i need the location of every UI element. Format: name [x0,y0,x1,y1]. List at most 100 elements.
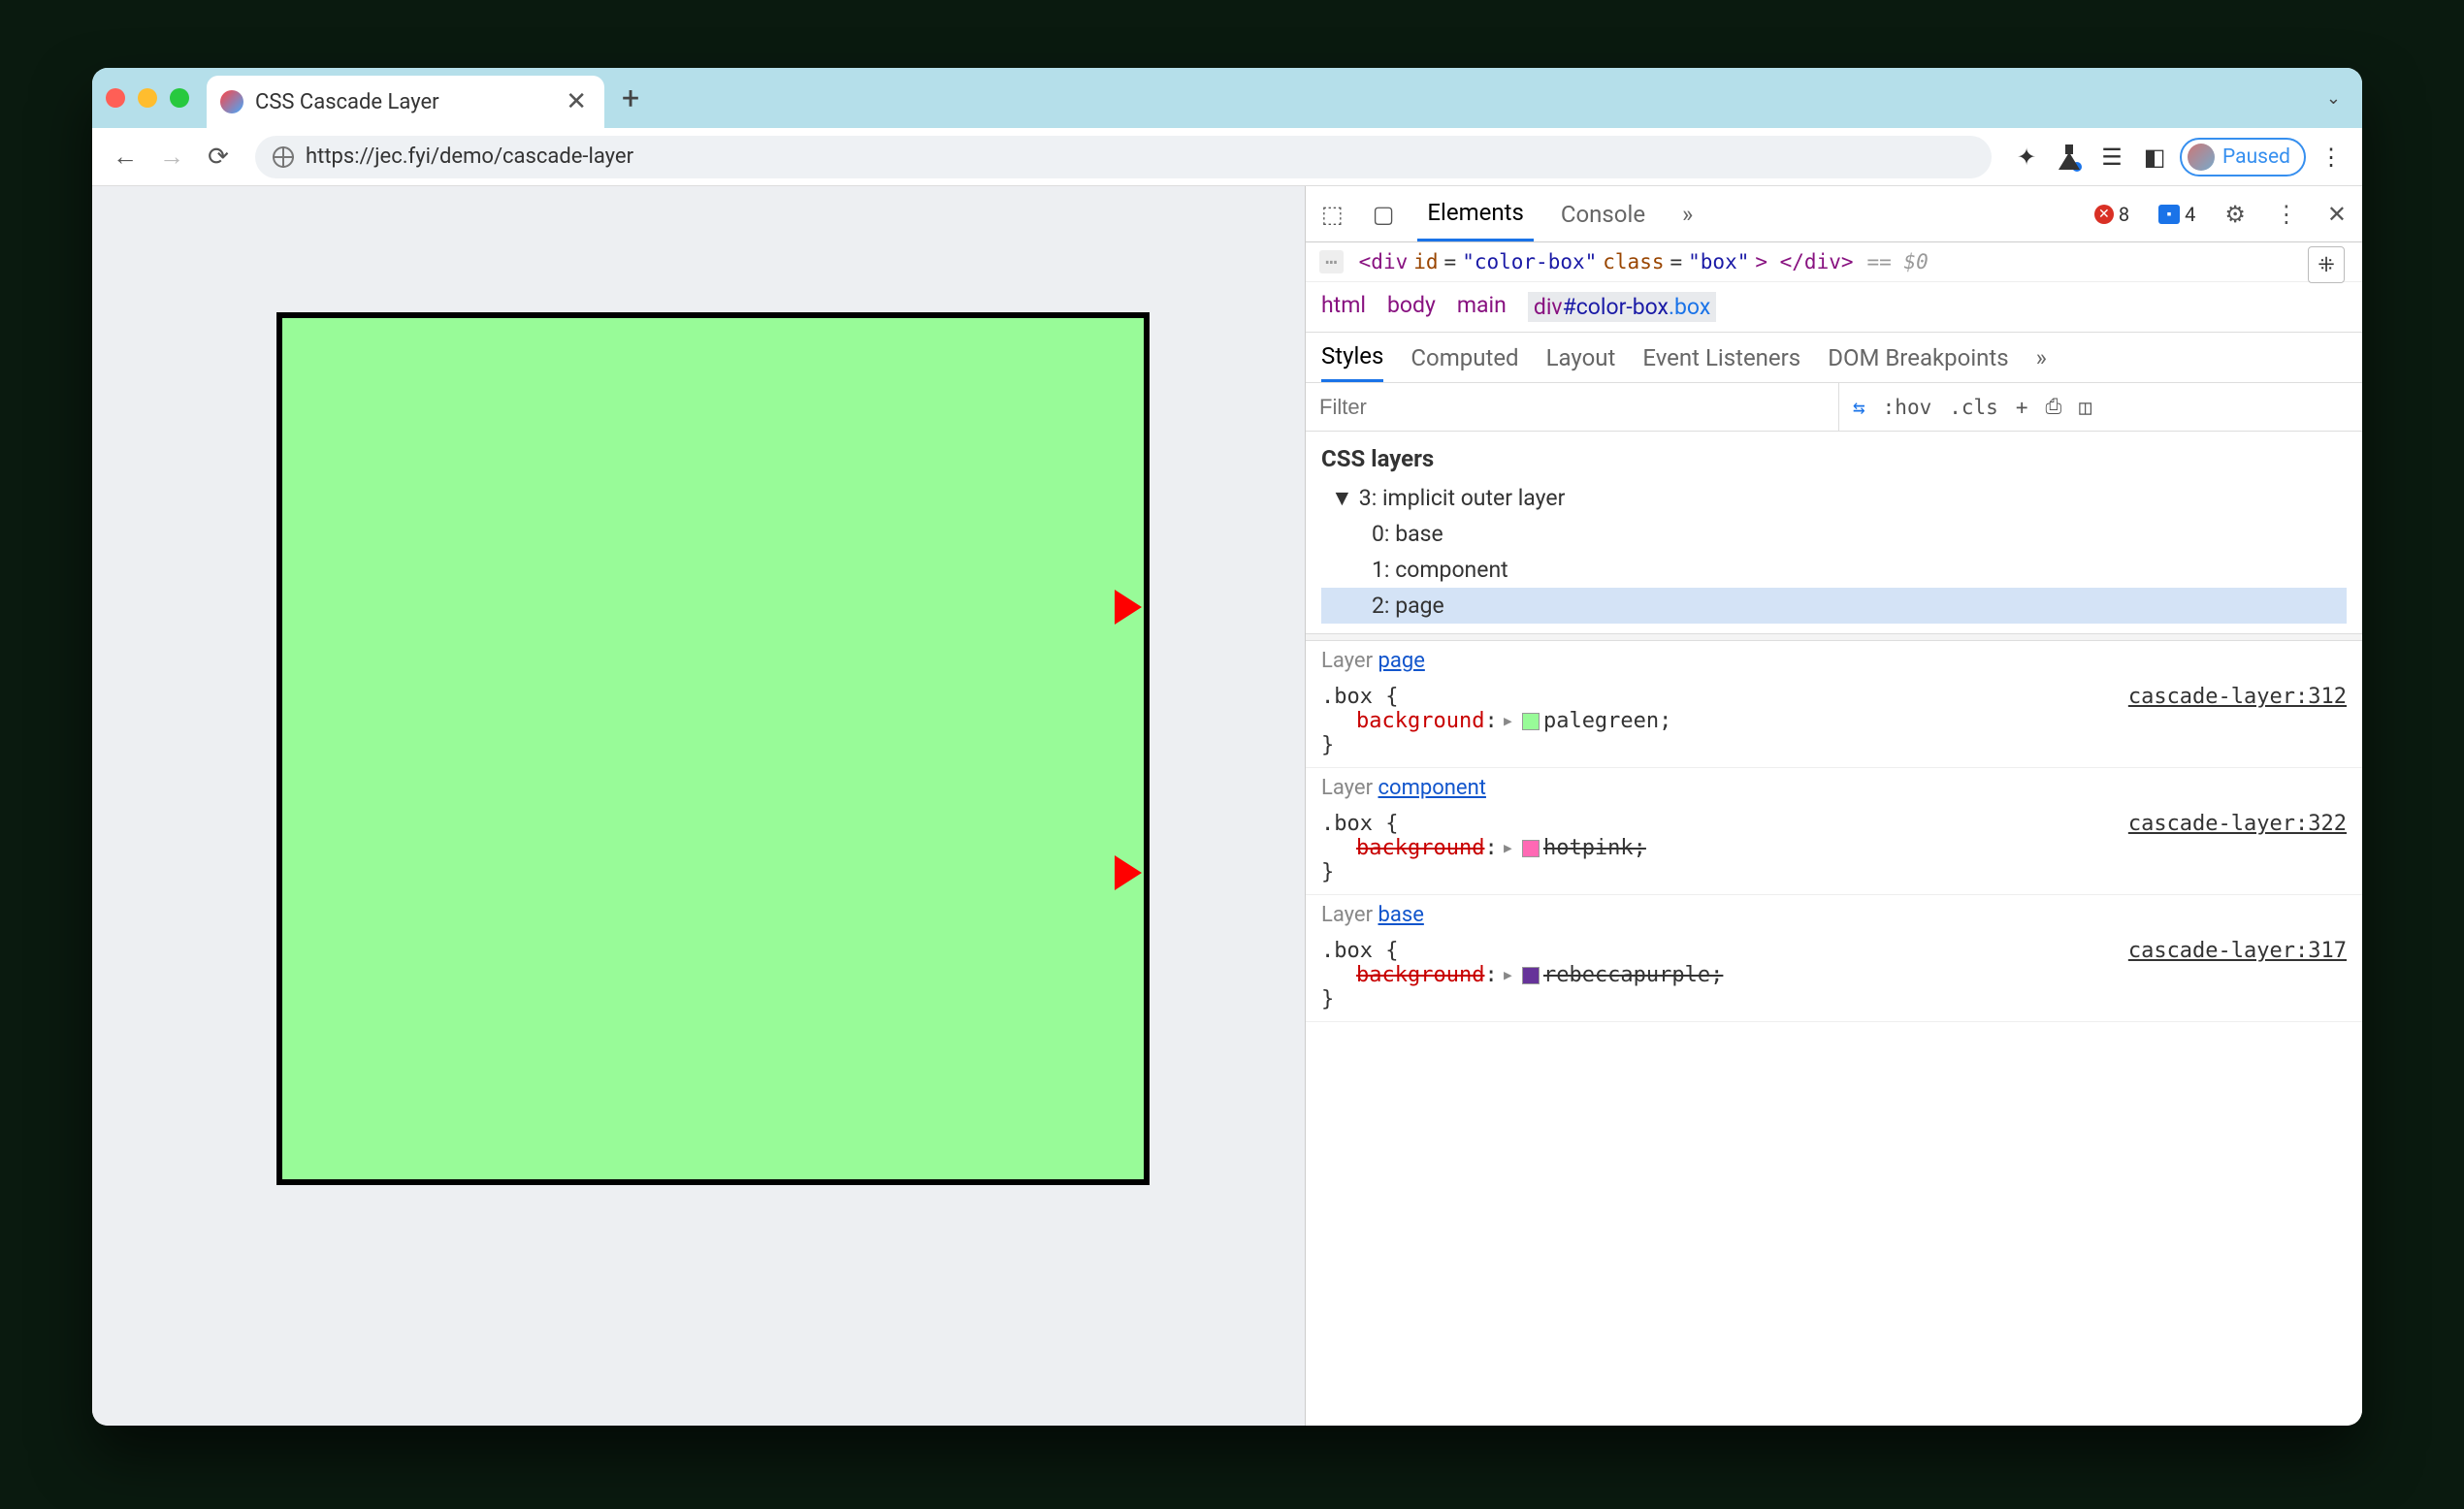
rule-source-link[interactable]: cascade-layer:312 [2128,685,2347,709]
url-text: https://jec.fyi/demo/cascade-layer [306,144,633,169]
dom-selected-element[interactable]: ⋯ <div id="color-box" class="box" > </di… [1306,242,2362,282]
style-rule: Layer basecascade-layer:317.box {backgro… [1306,895,2362,1022]
new-rule-button[interactable]: + [2016,396,2028,419]
layer-item-component[interactable]: 1: component [1321,552,2347,588]
settings-icon[interactable]: ⚙ [2219,201,2252,228]
computed-toggle-icon[interactable]: ⎙ [2045,395,2061,419]
rule-close: } [1321,987,2347,1011]
tab-close-icon[interactable]: ✕ [566,87,587,116]
layer-item-base[interactable]: 0: base [1321,516,2347,552]
tab-elements[interactable]: Elements [1417,186,1533,241]
kebab-menu-icon[interactable]: ⋮ [2314,140,2349,175]
browser-tab[interactable]: CSS Cascade Layer ✕ [207,76,604,128]
address-bar[interactable]: https://jec.fyi/demo/cascade-layer [255,136,1992,178]
playlist-icon[interactable]: ☰ [2094,140,2129,175]
property-value: hotpink; [1543,836,1646,860]
cls-toggle[interactable]: .cls [1949,396,1998,419]
devtools-kebab-icon[interactable]: ⋮ [2269,201,2304,228]
maximize-window-button[interactable] [170,88,189,108]
tab-more[interactable]: » [1672,186,1702,241]
close-window-button[interactable] [106,88,125,108]
subtab-styles[interactable]: Styles [1321,333,1383,382]
crumb-selected[interactable]: div#color-box.box [1528,292,1716,322]
rule-body[interactable]: cascade-layer:322.box {background:▸hotpi… [1306,808,2362,894]
color-swatch[interactable] [1522,713,1540,730]
rule-body[interactable]: cascade-layer:317.box {background:▸rebec… [1306,935,2362,1021]
filter-input[interactable] [1306,383,1839,431]
device-toggle-icon[interactable]: ▢ [1367,201,1401,228]
property-value: palegreen; [1543,709,1671,733]
crumb-html[interactable]: html [1321,292,1366,322]
labs-icon[interactable] [2052,140,2087,175]
devtools-panel: ⬚ ▢ Elements Console » ✕8 ▪4 ⚙ ⋮ ✕ ⋯ <di… [1305,186,2362,1426]
caret-down-icon: ▼ [1331,485,1353,511]
color-swatch[interactable] [1522,840,1540,857]
rule-source-link[interactable]: cascade-layer:317 [2128,939,2347,963]
layer-label: Layer component [1306,768,2362,808]
layers-tree: ▼3: implicit outer layer 0: base 1: comp… [1306,480,2362,633]
rule-source-link[interactable]: cascade-layer:322 [2128,812,2347,836]
layer-label: Layer base [1306,895,2362,935]
expand-icon[interactable]: ▸ [1502,963,1514,987]
reload-button[interactable]: ⟳ [199,138,238,177]
devtools-toolbar: ⬚ ▢ Elements Console » ✕8 ▪4 ⚙ ⋮ ✕ [1306,186,2362,242]
declaration[interactable]: background:▸rebeccapurple; [1321,963,2347,987]
subtab-layout[interactable]: Layout [1546,333,1616,382]
tab-title: CSS Cascade Layer [255,90,554,114]
browser-window: CSS Cascade Layer ✕ + ⌄ ← → ⟳ https://je… [92,68,2362,1426]
styles-subtabs: Styles Computed Layout Event Listeners D… [1306,333,2362,383]
page-viewport [92,186,1305,1426]
forward-button[interactable]: → [152,138,191,177]
expand-icon[interactable]: ▸ [1502,836,1514,860]
declaration[interactable]: background:▸palegreen; [1321,709,2347,733]
dom-reveal-icon[interactable]: ⋯ [1319,250,1344,273]
rule-close: } [1321,860,2347,884]
breadcrumb: html body main div#color-box.box [1306,282,2362,333]
traffic-lights [106,88,189,108]
subtab-events[interactable]: Event Listeners [1642,333,1800,382]
subtab-computed[interactable]: Computed [1410,333,1518,382]
property-value: rebeccapurple; [1543,963,1723,987]
crumb-body[interactable]: body [1387,292,1436,322]
paused-label: Paused [2222,145,2290,169]
panel-icon[interactable]: ◧ [2137,140,2172,175]
new-tab-button[interactable]: + [622,80,639,116]
favicon-icon [220,90,243,113]
rule-body[interactable]: cascade-layer:312.box {background:▸paleg… [1306,681,2362,767]
message-count[interactable]: ▪4 [2153,201,2201,228]
layer-link[interactable]: component [1378,776,1486,800]
subtab-dom-bp[interactable]: DOM Breakpoints [1828,333,2008,382]
color-swatch[interactable] [1522,967,1540,984]
layer-root[interactable]: ▼3: implicit outer layer [1321,480,2347,516]
layers-toggle-icon[interactable]: ⇆ [1853,396,1865,419]
subtab-more[interactable]: » [2036,333,2047,382]
error-count[interactable]: ✕8 [2089,201,2135,228]
hov-toggle[interactable]: :hov [1883,396,1932,419]
tab-console[interactable]: Console [1551,186,1655,241]
minimize-window-button[interactable] [138,88,157,108]
accessibility-icon[interactable]: ⁜ [2308,246,2345,283]
layer-link[interactable]: base [1378,903,1424,927]
back-button[interactable]: ← [106,138,145,177]
tabs-dropdown-icon[interactable]: ⌄ [2326,88,2341,109]
layer-label: Layer page [1306,641,2362,681]
style-rule: Layer pagecascade-layer:312.box {backgro… [1306,641,2362,768]
css-layers-heading: CSS layers [1306,432,2362,480]
layer-item-page[interactable]: 2: page [1321,588,2347,624]
filter-bar: ⇆ :hov .cls + ⎙ ◫ [1306,383,2362,432]
style-rule: Layer componentcascade-layer:322.box {ba… [1306,768,2362,895]
layer-link[interactable]: page [1378,649,1425,673]
sidebar-toggle-icon[interactable]: ◫ [2079,396,2091,419]
devtools-close-icon[interactable]: ✕ [2321,201,2352,228]
site-info-icon[interactable] [273,146,294,168]
declaration[interactable]: background:▸hotpink; [1321,836,2347,860]
titlebar: CSS Cascade Layer ✕ + ⌄ [92,68,2362,128]
extensions-icon[interactable]: ✦ [2009,140,2044,175]
crumb-main[interactable]: main [1457,292,1507,322]
color-box [276,312,1150,1185]
paused-profile-badge[interactable]: Paused [2180,138,2306,177]
expand-icon[interactable]: ▸ [1502,709,1514,733]
inspect-icon[interactable]: ⬚ [1315,201,1349,228]
avatar-icon [2188,144,2215,171]
property-name: background [1356,709,1484,733]
